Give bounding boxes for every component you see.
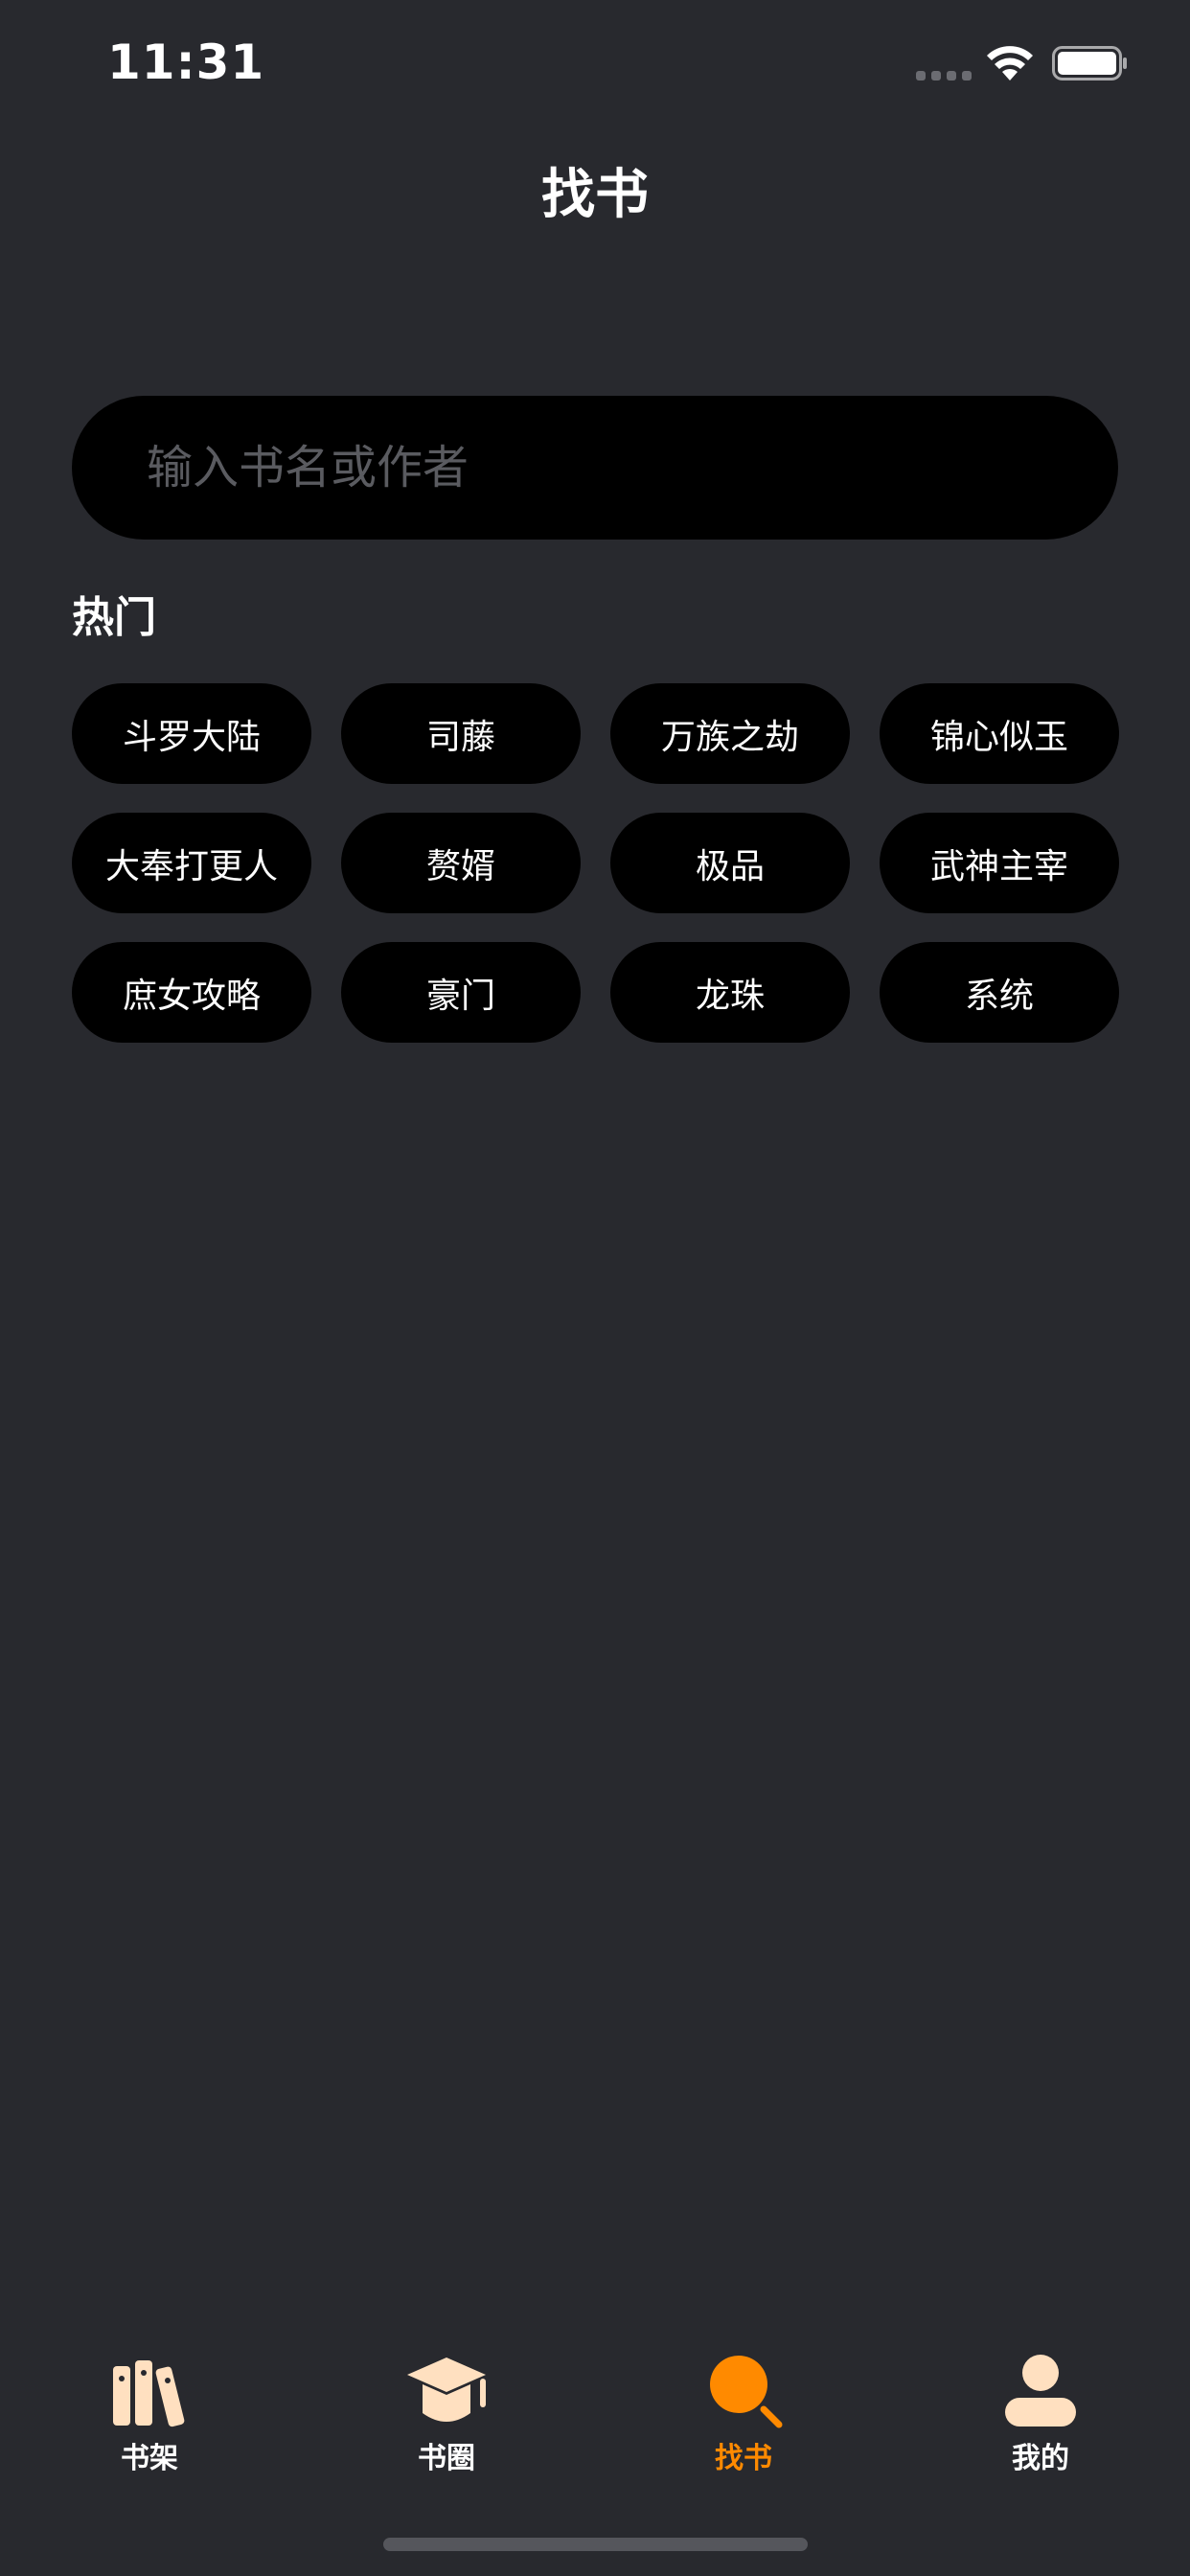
tab-mine[interactable]: 我的 (945, 2338, 1136, 2492)
person-icon (1005, 2355, 1076, 2426)
hot-tag[interactable]: 系统 (880, 942, 1119, 1043)
status-time: 11:31 (107, 34, 265, 90)
status-bar: 11:31 (0, 0, 1190, 125)
tab-bar: 书架 书圈 找书 我的 (0, 2338, 1190, 2492)
hot-tag[interactable]: 司藤 (341, 683, 581, 784)
hot-tag[interactable]: 极品 (610, 813, 850, 913)
graduation-cap-icon (407, 2358, 486, 2422)
search-icon (710, 2356, 783, 2428)
home-indicator[interactable] (383, 2538, 808, 2551)
tab-book-circle[interactable]: 书圈 (351, 2338, 542, 2492)
hot-tag[interactable]: 万族之劫 (610, 683, 850, 784)
page-title: 找书 (541, 164, 649, 226)
hot-section-label: 热门 (72, 593, 156, 642)
hot-tag[interactable]: 庶女攻略 (72, 942, 311, 1043)
hot-tag[interactable]: 锦心似玉 (880, 683, 1119, 784)
tab-label: 我的 (1012, 2442, 1069, 2475)
hot-tag[interactable]: 豪门 (341, 942, 581, 1043)
hot-tags-grid: 斗罗大陆 司藤 万族之劫 锦心似玉 大奉打更人 赘婿 极品 武神主宰 庶女攻略 … (72, 683, 1119, 1043)
hot-tag[interactable]: 武神主宰 (880, 813, 1119, 913)
tab-label: 书架 (121, 2442, 178, 2475)
tab-bookshelf[interactable]: 书架 (54, 2338, 245, 2492)
hot-tag[interactable]: 龙珠 (610, 942, 850, 1043)
tab-label: 书圈 (418, 2442, 475, 2475)
search-box[interactable] (72, 396, 1118, 540)
battery-icon (1052, 46, 1127, 80)
wifi-icon (987, 46, 1033, 80)
hot-tag[interactable]: 大奉打更人 (72, 813, 311, 913)
tab-label: 找书 (715, 2442, 772, 2475)
hot-tag[interactable]: 赘婿 (341, 813, 581, 913)
tab-find-books[interactable]: 找书 (648, 2338, 839, 2492)
hot-tag[interactable]: 斗罗大陆 (72, 683, 311, 784)
bookshelf-icon (113, 2360, 185, 2427)
cellular-signal-icon (916, 71, 972, 80)
search-input[interactable] (145, 440, 1049, 495)
